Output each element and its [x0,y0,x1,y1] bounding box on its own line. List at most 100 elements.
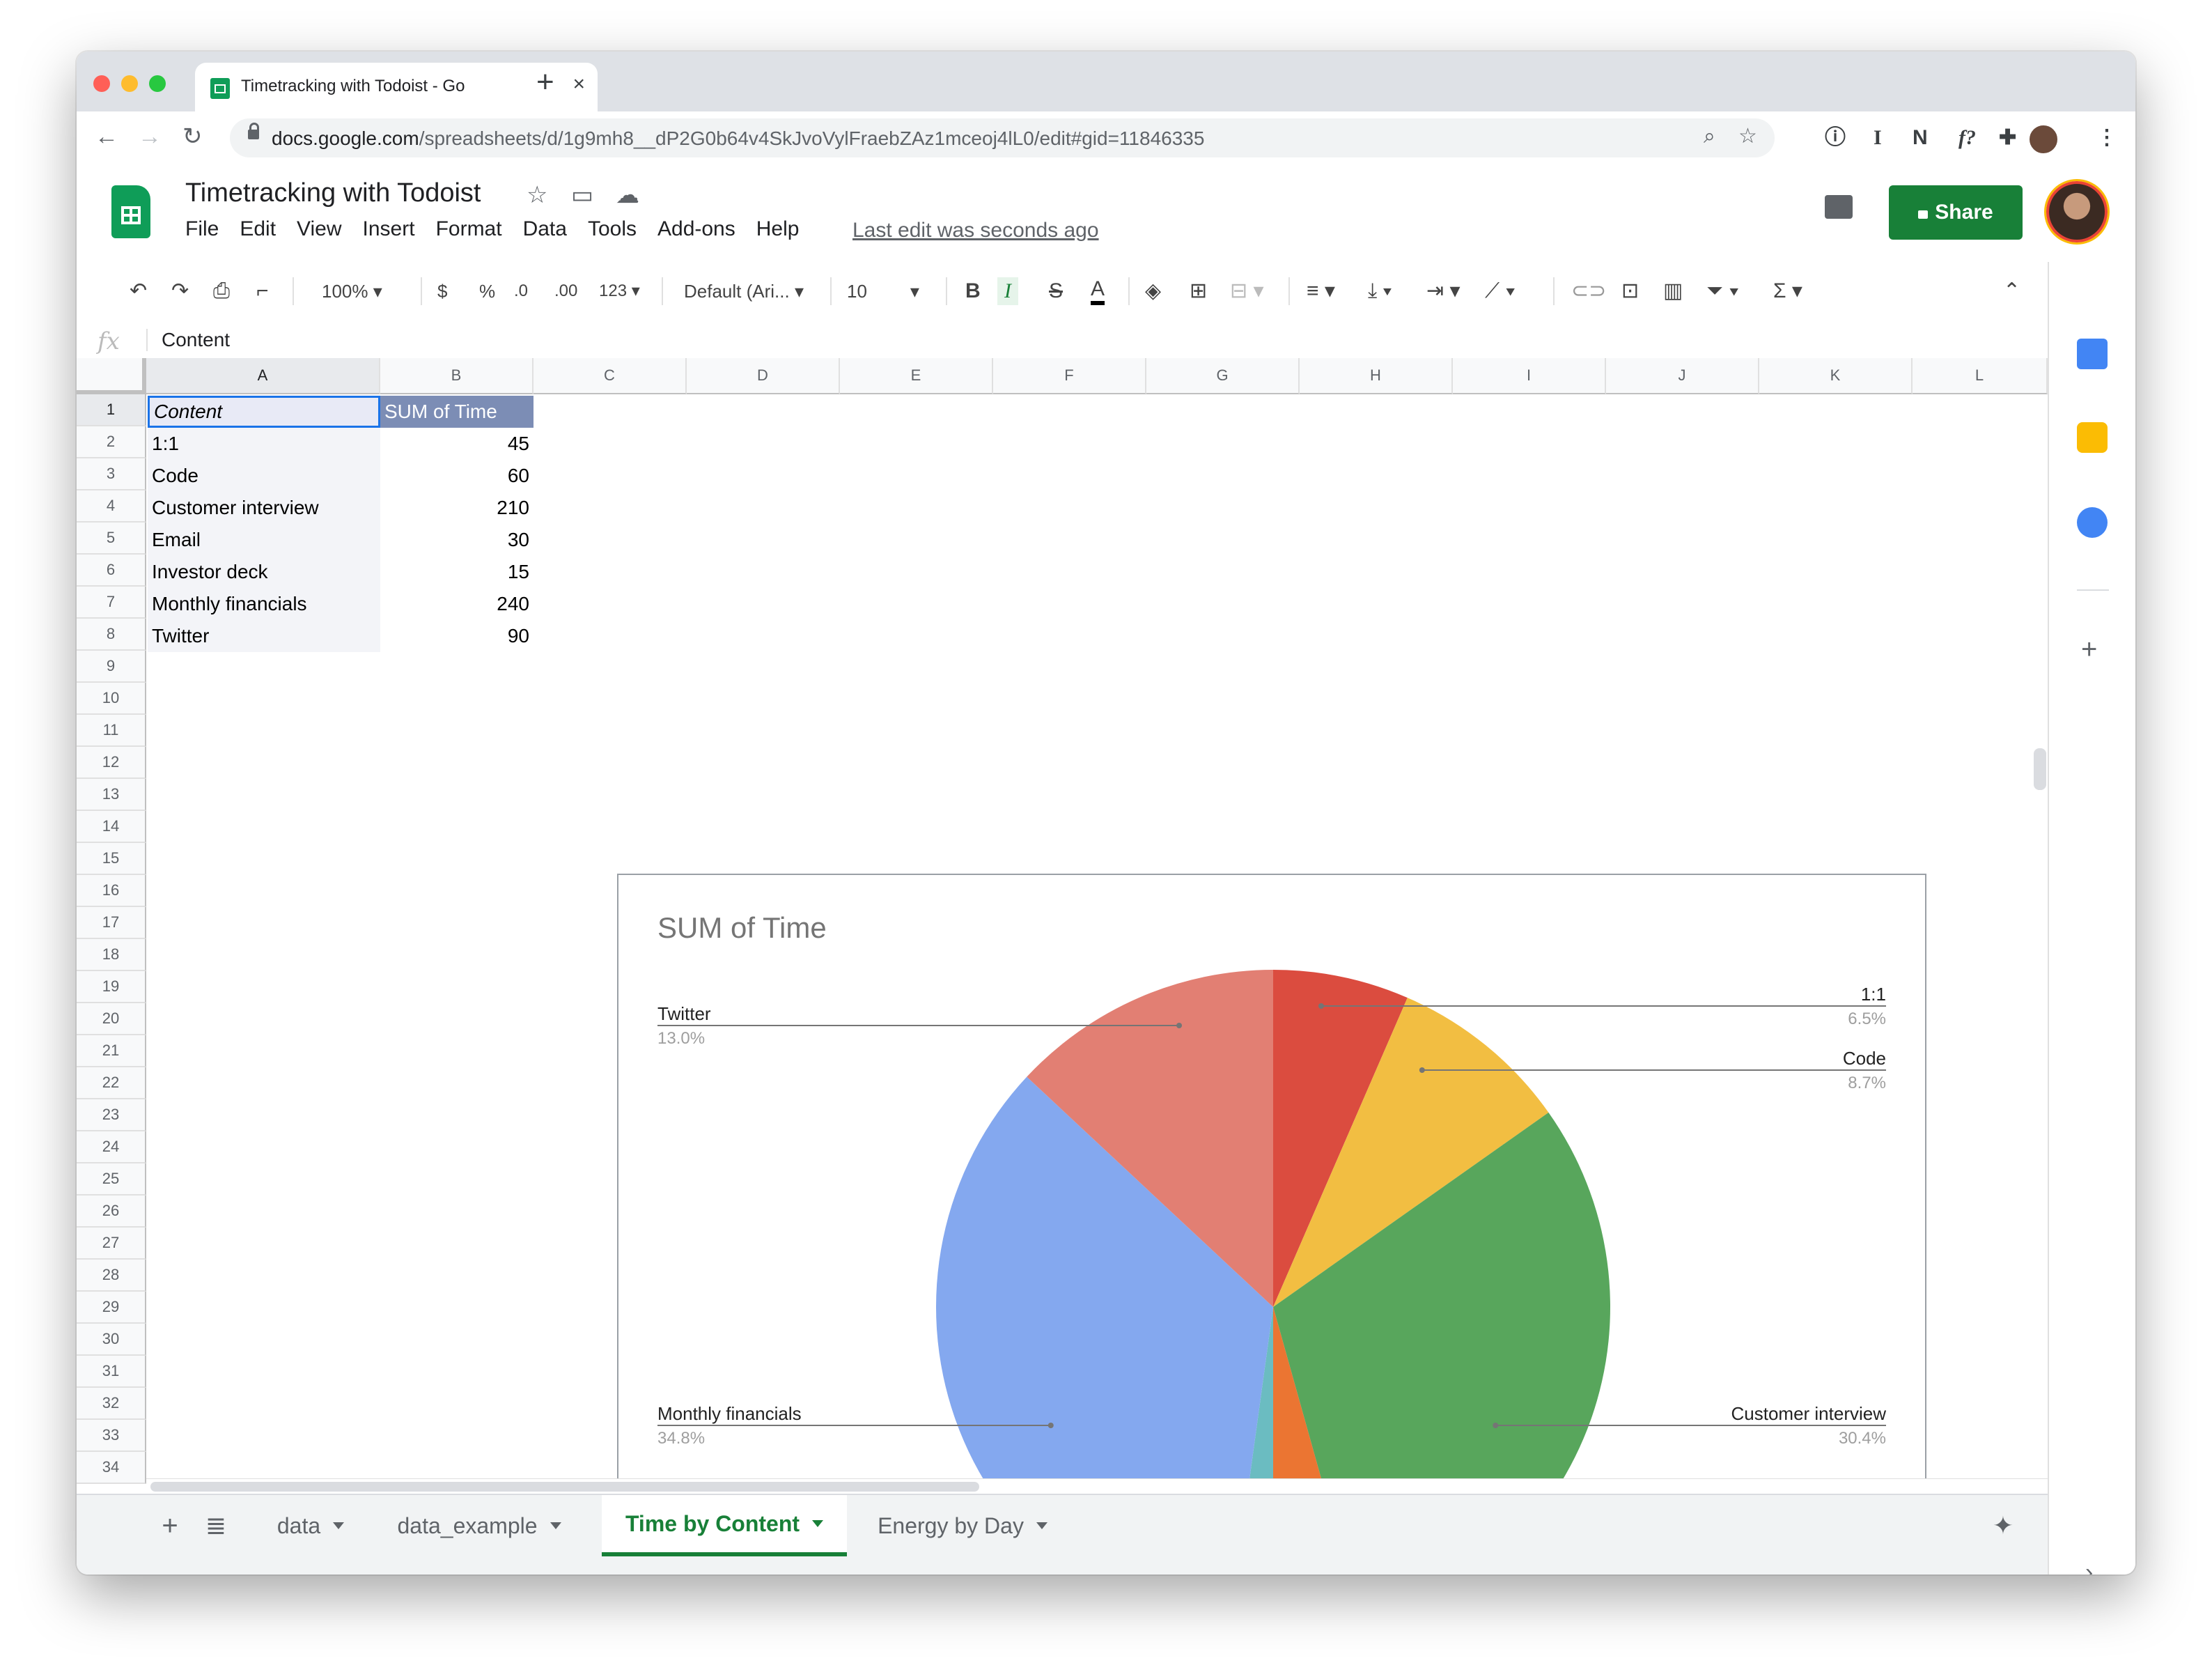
cell-b3[interactable]: 60 [380,460,533,492]
column-header-f[interactable]: F [993,358,1146,394]
font-size-select[interactable]: 10 ▾ [847,277,919,305]
column-header-k[interactable]: K [1759,358,1913,394]
row-header-8[interactable]: 8 [77,619,146,651]
row-header-27[interactable]: 27 [77,1228,146,1260]
back-arrow-icon[interactable]: ← [95,123,118,150]
row-header-24[interactable]: 24 [77,1131,146,1163]
cell-a3[interactable]: Code [148,460,380,492]
extension-info-icon[interactable]: ⓘ [1825,125,1846,150]
column-header-c[interactable]: C [533,358,687,394]
cell-a6[interactable]: Investor deck [148,556,380,588]
row-header-14[interactable]: 14 [77,811,146,843]
row-header-31[interactable]: 31 [77,1356,146,1388]
horizontal-scrollbar[interactable] [146,1478,2048,1494]
select-all-corner[interactable] [77,358,146,394]
document-title[interactable]: Timetracking with Todoist [185,178,481,208]
star-icon[interactable]: ☆ [527,181,547,209]
row-header-13[interactable]: 13 [77,779,146,811]
row-header-25[interactable]: 25 [77,1163,146,1196]
column-header-j[interactable]: J [1606,358,1759,394]
cloud-saved-icon[interactable]: ☁ [616,181,639,209]
row-header-29[interactable]: 29 [77,1292,146,1324]
filter-icon[interactable]: ⏷ ▾ [1706,277,1739,305]
row-header-2[interactable]: 2 [77,426,146,458]
percent-format-button[interactable]: % [479,277,495,305]
extensions-puzzle-icon[interactable]: ✚ [1999,125,2016,150]
row-header-33[interactable]: 33 [77,1420,146,1452]
close-window-button[interactable] [93,75,110,92]
row-header-1[interactable]: 1 [77,394,146,426]
row-header-5[interactable]: 5 [77,523,146,555]
row-header-3[interactable]: 3 [77,458,146,490]
calendar-icon[interactable] [2077,339,2108,369]
extension-notion-icon[interactable]: N [1913,125,1928,150]
undo-icon[interactable]: ↶ [130,277,147,305]
share-button[interactable]: Share [1889,185,2023,240]
last-edit-link[interactable]: Last edit was seconds ago [852,219,1099,242]
vertical-align-icon[interactable]: ⤓ ▾ [1368,277,1392,305]
row-header-17[interactable]: 17 [77,907,146,939]
formula-input[interactable]: Content [162,329,230,351]
cell-b1[interactable]: SUM of Time [380,396,533,428]
extension-function-icon[interactable]: f? [1958,125,1976,150]
row-header-12[interactable]: 12 [77,747,146,779]
more-formats-select[interactable]: 123 ▾ [599,277,640,305]
explore-icon[interactable]: ✦ [1982,1495,2024,1556]
spreadsheet-grid[interactable]: A B C D E F G H I J K L 1 2 3 4 5 6 7 8 9 10 11 12 1… [77,358,2048,1501]
zoom-select[interactable]: 100% ▾ [322,277,382,305]
bookmark-star-icon[interactable]: ☆ [1738,124,1757,149]
get-add-ons-icon[interactable]: + [2081,634,2097,665]
menu-add-ons[interactable]: Add-ons [657,217,735,241]
add-sheet-button[interactable]: + [149,1495,191,1556]
italic-icon[interactable]: I [997,277,1018,305]
font-family-select[interactable]: Default (Ari... ▾ [684,277,804,305]
row-header-20[interactable]: 20 [77,1003,146,1035]
scroll-thumb[interactable] [150,1482,979,1492]
column-header-i[interactable]: I [1453,358,1606,394]
cell-b4[interactable]: 210 [380,492,533,524]
paint-format-icon[interactable]: ⌐ [256,277,269,305]
browser-menu-icon[interactable]: ⋮ [2096,125,2117,150]
new-tab-button[interactable]: + [536,67,554,98]
show-side-panel-icon[interactable]: › [2085,1559,2093,1574]
fill-color-icon[interactable]: ◈ [1145,277,1161,305]
cell-b5[interactable]: 30 [380,524,533,556]
redo-icon[interactable]: ↷ [171,277,189,305]
cell-b7[interactable]: 240 [380,588,533,620]
menu-insert[interactable]: Insert [363,217,415,241]
sheets-logo-icon[interactable] [111,185,150,238]
decrease-decimal-button[interactable]: .0 [514,277,528,305]
strikethrough-icon[interactable]: S [1049,277,1063,305]
column-header-g[interactable]: G [1146,358,1300,394]
row-header-18[interactable]: 18 [77,939,146,971]
pie-chart[interactable]: SUM of Time 1:1 6.5% Code 8.7% Customer inte… [617,874,1926,1501]
close-tab-icon[interactable]: × [573,72,585,96]
move-folder-icon[interactable]: ▭ [571,181,593,209]
insert-chart-icon[interactable]: ▥ [1663,277,1683,305]
row-header-34[interactable]: 34 [77,1452,146,1484]
account-avatar[interactable] [2046,181,2108,242]
row-header-21[interactable]: 21 [77,1035,146,1067]
maximize-window-button[interactable] [149,75,166,92]
row-header-7[interactable]: 7 [77,587,146,619]
borders-icon[interactable]: ⊞ [1190,277,1207,305]
extension-instapaper-icon[interactable]: I [1874,125,1882,150]
column-header-l[interactable]: L [1913,358,2048,394]
row-header-11[interactable]: 11 [77,715,146,747]
currency-format-button[interactable]: $ [437,277,447,305]
insert-link-icon[interactable]: ⊂⊃ [1571,277,1606,305]
row-header-10[interactable]: 10 [77,683,146,715]
row-header-30[interactable]: 30 [77,1324,146,1356]
tasks-icon[interactable] [2077,507,2108,538]
column-header-b[interactable]: B [380,358,533,394]
cell-b8[interactable]: 90 [380,620,533,652]
row-header-32[interactable]: 32 [77,1388,146,1420]
cell-a4[interactable]: Customer interview [148,492,380,524]
sheet-tab-data[interactable]: data [248,1495,373,1556]
sheet-tab-time-by-content[interactable]: Time by Content [602,1495,847,1556]
increase-decimal-button[interactable]: .00 [554,277,577,305]
column-header-d[interactable]: D [687,358,840,394]
reload-icon[interactable]: ↻ [182,123,203,150]
menu-view[interactable]: View [297,217,341,241]
cell-a5[interactable]: Email [148,524,380,556]
